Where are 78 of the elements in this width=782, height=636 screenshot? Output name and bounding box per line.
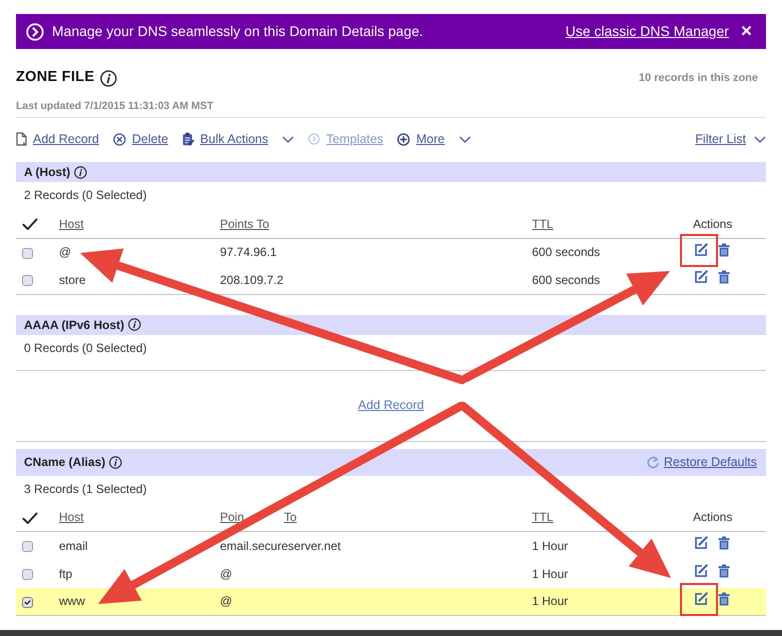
- column-header[interactable]: Host: [59, 510, 84, 524]
- edit-icon: [694, 242, 708, 257]
- row-checkbox[interactable]: [22, 275, 33, 286]
- close-button[interactable]: ×: [740, 22, 752, 41]
- edit-icon: [694, 564, 708, 578]
- table-cell: @: [220, 588, 532, 616]
- table-cell: 1 Hour: [532, 588, 693, 616]
- records-summary: 2 Records (0 Selected): [23, 187, 148, 203]
- section-title: A (Host): [24, 164, 70, 181]
- table-cell: 208.109.7.2: [220, 266, 532, 294]
- edit-button[interactable]: [694, 564, 708, 578]
- trash-icon: [718, 564, 730, 578]
- section-title: AAAA (IPv6 Host): [24, 316, 124, 334]
- table-cell: email.secureserver.net: [220, 532, 532, 560]
- table-cell: 97.74.96.1: [220, 238, 532, 266]
- delete-button[interactable]: [718, 564, 730, 578]
- column-header[interactable]: TTL: [532, 216, 554, 231]
- info-icon[interactable]: [100, 70, 118, 86]
- clipboard-icon: [182, 132, 194, 146]
- row-checkbox[interactable]: [22, 596, 33, 608]
- trash-icon: [718, 270, 730, 284]
- table-cell: 600 seconds: [532, 238, 693, 266]
- edit-button[interactable]: [694, 242, 708, 257]
- edit-button[interactable]: [694, 536, 708, 550]
- table-cell: @: [59, 238, 220, 266]
- restore-defaults-link[interactable]: Restore Defaults: [646, 452, 757, 472]
- delete-button[interactable]: [718, 536, 730, 550]
- circle-x-icon: [113, 132, 126, 146]
- column-header[interactable]: TTL: [532, 510, 554, 524]
- table-cell-text: @: [220, 566, 234, 582]
- chevron-down-icon: [754, 136, 766, 142]
- table-cell-text: 1 Hour: [532, 566, 570, 582]
- trash-icon: [718, 592, 730, 606]
- row-checkbox[interactable]: [22, 568, 33, 580]
- records-summary: 3 Records (1 Selected): [23, 480, 148, 496]
- bulk-actions-link[interactable]: Bulk Actions: [182, 130, 294, 148]
- last-updated-text: Last updated 7/1/2015 11:31:03 AM MST: [16, 99, 766, 118]
- column-header: Actions: [693, 210, 766, 238]
- banner-message: Manage your DNS seamlessly on this Domain Details page.: [52, 22, 424, 41]
- add-record-link[interactable]: Add Record: [16, 130, 100, 148]
- edit-icon: [694, 270, 708, 284]
- table-cell: email: [59, 532, 220, 560]
- info-icon[interactable]: [74, 166, 88, 178]
- filter-list-link[interactable]: Filter List: [695, 130, 766, 148]
- more-link[interactable]: More: [397, 130, 471, 148]
- records-summary: 0 Records (0 Selected): [23, 340, 148, 356]
- column-header[interactable]: Points To: [220, 216, 270, 231]
- add-record-link[interactable]: Add Record: [358, 396, 424, 415]
- delete-button[interactable]: [718, 270, 730, 284]
- check-icon: [22, 218, 38, 232]
- circle-chevron-icon: [308, 133, 320, 145]
- column-header[interactable]: Host: [59, 216, 84, 231]
- refresh-icon: [646, 456, 659, 468]
- chevron-circle-icon: [26, 22, 44, 40]
- column-header[interactable]: Poin To: [220, 510, 297, 524]
- edit-icon: [694, 592, 708, 606]
- delete-button[interactable]: [718, 592, 730, 606]
- edit-button[interactable]: [694, 592, 708, 606]
- row-checkbox[interactable]: [22, 541, 33, 552]
- delete-button[interactable]: [718, 242, 730, 257]
- edit-button[interactable]: [694, 270, 708, 284]
- section-title: CName (Alias): [24, 454, 106, 471]
- trash-icon: [718, 536, 730, 550]
- delete-link[interactable]: Delete: [113, 130, 168, 148]
- record-count: 10 records in this zone: [638, 70, 758, 86]
- circle-plus-icon: [397, 132, 410, 146]
- check-icon: [22, 512, 38, 525]
- edit-icon: [694, 536, 708, 550]
- zone-title: ZONE FILE: [16, 69, 94, 87]
- column-header: Actions: [693, 504, 766, 532]
- info-icon[interactable]: [109, 456, 122, 468]
- row-checkbox[interactable]: [22, 248, 33, 259]
- info-icon[interactable]: [128, 318, 142, 331]
- table-cell-text: ftp: [59, 566, 74, 582]
- classic-dns-link[interactable]: Use classic DNS Manager: [566, 21, 729, 42]
- document-icon: [16, 132, 27, 146]
- table-cell: 1 Hour: [532, 532, 693, 560]
- trash-icon: [718, 242, 730, 257]
